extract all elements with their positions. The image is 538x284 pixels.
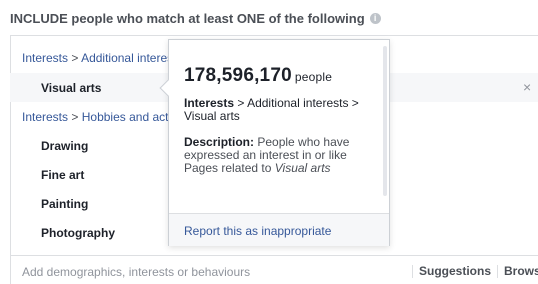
path-root: Interests <box>22 51 69 65</box>
add-targeting-bar: Add demographics, interests or behaviour… <box>10 255 538 284</box>
interest-item-label: Drawing <box>41 139 89 153</box>
interest-detail-popover: 178,596,170 people Interests > Additional… <box>159 39 390 246</box>
popover-path-separator: > <box>237 96 245 110</box>
audience-unit: people <box>294 70 333 84</box>
description-label: Description: <box>184 135 255 149</box>
path-leaf: Additional interests <box>81 51 172 65</box>
popover-footer: Report this as inappropriate <box>169 213 389 246</box>
add-targeting-input[interactable]: Add demographics, interests or behaviour… <box>22 265 250 279</box>
popover-path-leaf: Additional interests > <box>247 96 359 110</box>
popover-path: Interests > Additional interests > Visua… <box>184 97 374 123</box>
report-link[interactable]: Report this as inappropriate <box>184 224 331 238</box>
interest-item-label: Painting <box>41 197 89 211</box>
popover-scrollbar[interactable] <box>383 46 387 196</box>
interest-item-label: Visual arts <box>41 81 102 95</box>
interest-path-hobbies[interactable]: Interests > Hobbies and activities <box>22 110 172 124</box>
interest-item-label: Photography <box>41 226 115 240</box>
popover-path-root: Interests <box>184 96 235 110</box>
info-icon[interactable]: i <box>369 12 381 24</box>
audience-size: 178,596,170 people <box>184 65 332 87</box>
footer-links: Suggestions Browse <box>406 264 538 279</box>
interest-item-label: Fine art <box>41 168 85 182</box>
suggestions-link[interactable]: Suggestions <box>419 264 491 278</box>
path-root: Interests <box>22 110 69 124</box>
browse-link[interactable]: Browse <box>504 264 538 278</box>
popover-description: Description: People who have expressed a… <box>184 136 379 175</box>
path-separator: > <box>71 110 79 124</box>
interest-path-additional[interactable]: Interests > Additional interests <box>22 51 172 65</box>
path-separator: > <box>71 51 79 65</box>
divider <box>497 265 499 279</box>
divider <box>412 265 413 279</box>
path-leaf: Hobbies and activities <box>81 110 172 124</box>
description-topic: Visual arts <box>274 161 331 175</box>
popover-path-item: Visual arts <box>184 109 240 123</box>
include-header: INCLUDE people who match at least ONE of… <box>10 8 381 28</box>
include-header-text: INCLUDE people who match at least ONE of… <box>10 10 365 26</box>
audience-count: 178,596,170 <box>184 65 292 86</box>
remove-icon[interactable]: × <box>523 79 531 95</box>
